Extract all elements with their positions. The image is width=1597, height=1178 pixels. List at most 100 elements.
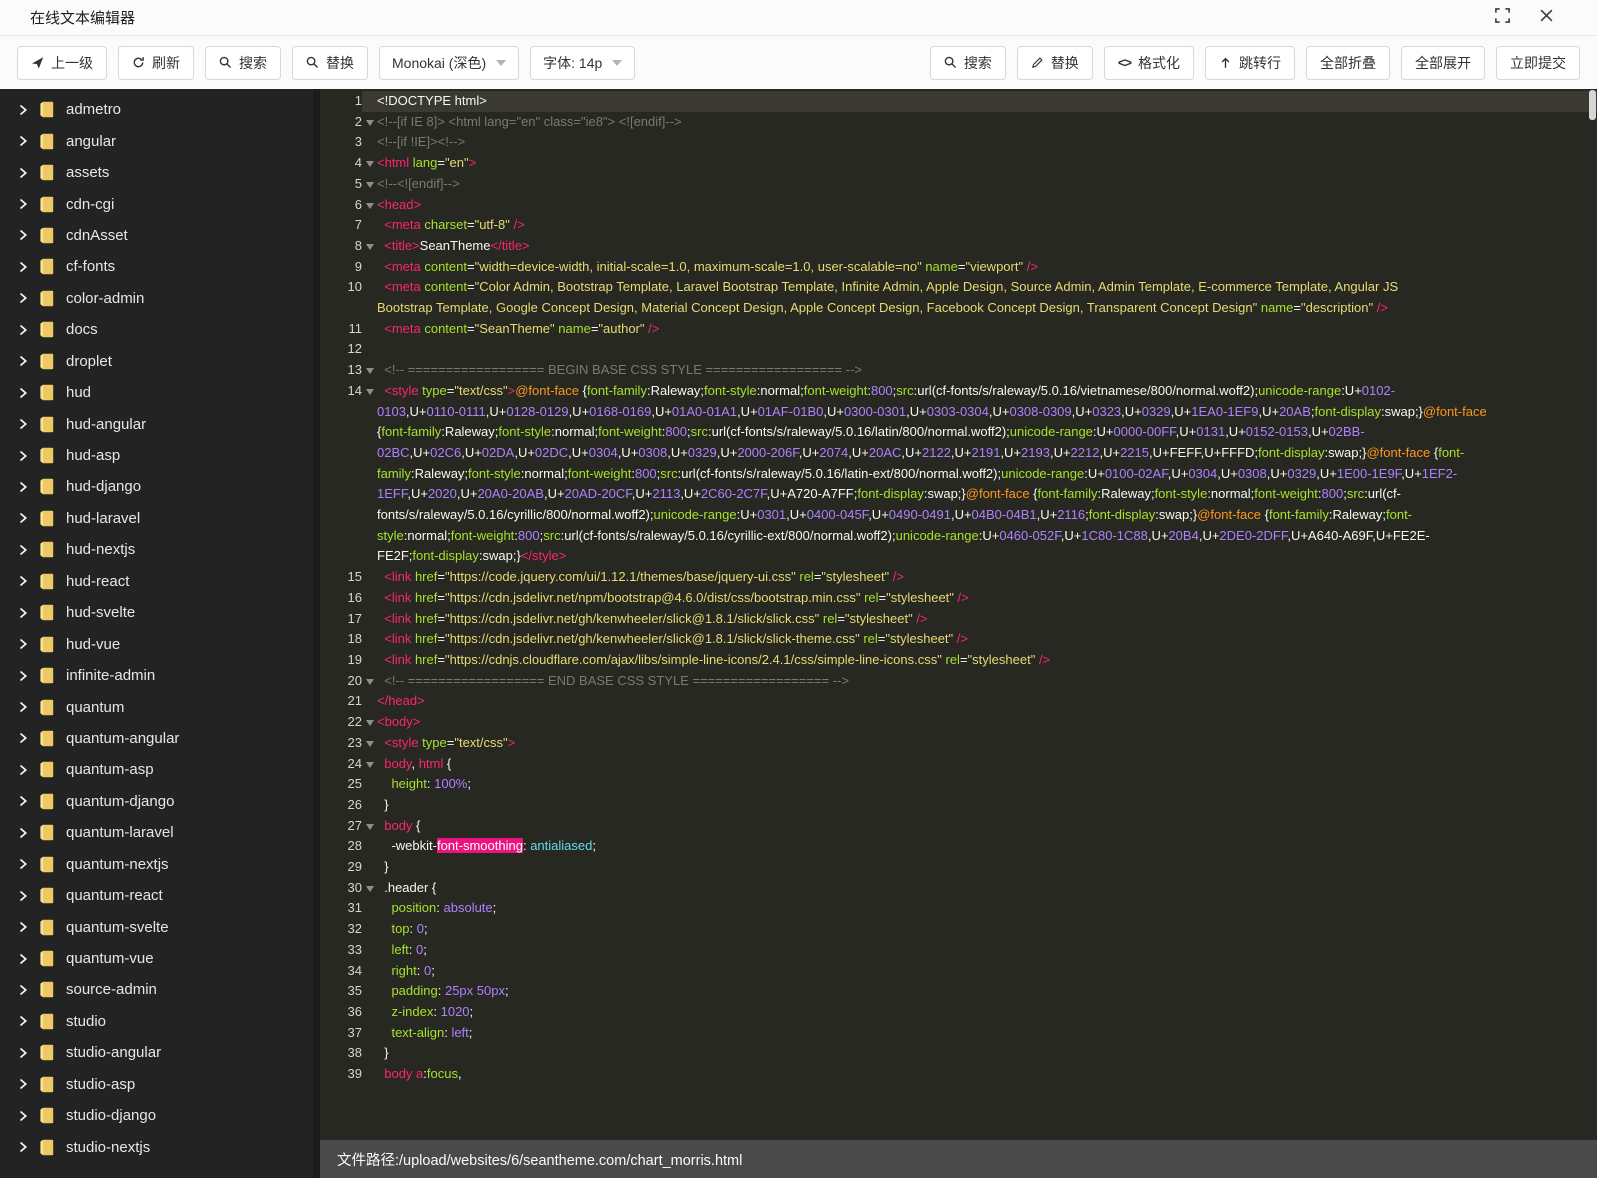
- code-text[interactable]: <link href="https://cdn.jsdelivr.net/gh/…: [377, 629, 1597, 650]
- fold-toggle[interactable]: [362, 153, 377, 174]
- sidebar-item-hud-django[interactable]: hud-django: [0, 471, 320, 502]
- sidebar-item-studio[interactable]: studio: [0, 1006, 320, 1037]
- fold-toggle[interactable]: [362, 360, 377, 381]
- code-text[interactable]: }: [377, 857, 1597, 878]
- sidebar-item-quantum[interactable]: quantum: [0, 691, 320, 722]
- expand-all-button[interactable]: 全部展开: [1401, 46, 1485, 80]
- code-text[interactable]: [377, 339, 1597, 360]
- code-text[interactable]: z-index: 1020;: [377, 1002, 1597, 1023]
- code-text[interactable]: <!--[if !IE]><!-->: [377, 132, 1597, 153]
- code-text[interactable]: <title>SeanTheme</title>: [377, 236, 1597, 257]
- editor-scrollbar-thumb[interactable]: [1589, 90, 1596, 120]
- code-text[interactable]: right: 0;: [377, 961, 1597, 982]
- search-code-button[interactable]: 搜索: [930, 46, 1006, 80]
- sidebar-item-studio-angular[interactable]: studio-angular: [0, 1037, 320, 1068]
- sidebar-item-source-admin[interactable]: source-admin: [0, 974, 320, 1005]
- code-text[interactable]: <!--[if IE 8]> <html lang="en" class="ie…: [377, 112, 1597, 133]
- code-text[interactable]: text-align: left;: [377, 1023, 1597, 1044]
- theme-select[interactable]: Monokai (深色): [379, 46, 519, 80]
- code-text[interactable]: 1EFF,U+2020,U+20A0-20AB,U+20AD-20CF,U+21…: [377, 484, 1597, 505]
- code-text[interactable]: 02BC,U+02C6,U+02DA,U+02DC,U+0304,U+0308,…: [377, 443, 1597, 464]
- code-text[interactable]: fonts/s/raleway/5.0.16/cyrillic/800/norm…: [377, 505, 1597, 526]
- fold-toggle[interactable]: [362, 816, 377, 837]
- up-level-button[interactable]: 上一级: [17, 46, 107, 80]
- replace-button[interactable]: 替换: [292, 46, 368, 80]
- code-text[interactable]: <meta charset="utf-8" />: [377, 215, 1597, 236]
- fullscreen-button[interactable]: [1493, 9, 1511, 27]
- sidebar-item-droplet[interactable]: droplet: [0, 346, 320, 377]
- code-text[interactable]: left: 0;: [377, 940, 1597, 961]
- sidebar-item-studio-asp[interactable]: studio-asp: [0, 1069, 320, 1100]
- code-text[interactable]: <style type="text/css">: [377, 733, 1597, 754]
- code-text[interactable]: -webkit-font-smoothing: antialiased;: [377, 836, 1597, 857]
- sidebar-scrollbar[interactable]: [313, 89, 320, 1178]
- code-text[interactable]: }: [377, 1043, 1597, 1064]
- code-text[interactable]: top: 0;: [377, 919, 1597, 940]
- sidebar-item-hud-svelte[interactable]: hud-svelte: [0, 597, 320, 628]
- code-text[interactable]: <link href="https://cdn.jsdelivr.net/npm…: [377, 588, 1597, 609]
- code-text[interactable]: <html lang="en">: [377, 153, 1597, 174]
- sidebar-item-quantum-asp[interactable]: quantum-asp: [0, 754, 320, 785]
- sidebar-item-hud[interactable]: hud: [0, 377, 320, 408]
- code-text[interactable]: {font-family:Raleway;font-style:normal;f…: [377, 422, 1597, 443]
- code-text[interactable]: <link href="https://cdn.jsdelivr.net/gh/…: [377, 609, 1597, 630]
- code-text[interactable]: <style type="text/css">@font-face {font-…: [377, 381, 1597, 402]
- sidebar-item-infinite-admin[interactable]: infinite-admin: [0, 660, 320, 691]
- code-text[interactable]: body {: [377, 816, 1597, 837]
- fold-toggle[interactable]: [362, 712, 377, 733]
- refresh-button[interactable]: 刷新: [118, 46, 194, 80]
- sidebar-item-quantum-vue[interactable]: quantum-vue: [0, 943, 320, 974]
- sidebar-item-quantum-django[interactable]: quantum-django: [0, 786, 320, 817]
- code-text[interactable]: padding: 25px 50px;: [377, 981, 1597, 1002]
- sidebar-item-color-admin[interactable]: color-admin: [0, 283, 320, 314]
- code-text[interactable]: style:normal;font-weight:800;src:url(cf-…: [377, 526, 1597, 547]
- code-text[interactable]: <body>: [377, 712, 1597, 733]
- fold-toggle[interactable]: [362, 381, 377, 402]
- close-button[interactable]: [1537, 9, 1555, 27]
- fold-toggle[interactable]: [362, 754, 377, 775]
- sidebar-item-admetro[interactable]: admetro: [0, 94, 320, 125]
- sidebar-item-hud-asp[interactable]: hud-asp: [0, 440, 320, 471]
- code-text[interactable]: }: [377, 795, 1597, 816]
- collapse-all-button[interactable]: 全部折叠: [1306, 46, 1390, 80]
- sidebar-item-assets[interactable]: assets: [0, 157, 320, 188]
- sidebar-item-studio-django[interactable]: studio-django: [0, 1100, 320, 1131]
- code-text[interactable]: <meta content="width=device-width, initi…: [377, 257, 1597, 278]
- code-text[interactable]: body a:focus,: [377, 1064, 1597, 1085]
- sidebar-item-quantum-angular[interactable]: quantum-angular: [0, 723, 320, 754]
- sidebar-item-quantum-react[interactable]: quantum-react: [0, 880, 320, 911]
- code-editor[interactable]: 1<!DOCTYPE html>2<!--[if IE 8]> <html la…: [320, 89, 1597, 1178]
- sidebar-item-hud-react[interactable]: hud-react: [0, 566, 320, 597]
- sidebar-item-angular[interactable]: angular: [0, 125, 320, 156]
- font-size-select[interactable]: 字体: 14p: [530, 46, 635, 80]
- code-text[interactable]: </head>: [377, 691, 1597, 712]
- fold-toggle[interactable]: [362, 671, 377, 692]
- code-text[interactable]: .header {: [377, 878, 1597, 899]
- submit-button[interactable]: 立即提交: [1496, 46, 1580, 80]
- code-text[interactable]: position: absolute;: [377, 898, 1597, 919]
- sidebar-item-studio-nextjs[interactable]: studio-nextjs: [0, 1131, 320, 1162]
- code-text[interactable]: <head>: [377, 195, 1597, 216]
- fold-toggle[interactable]: [362, 236, 377, 257]
- code-text[interactable]: family:Raleway;font-style:normal;font-we…: [377, 464, 1597, 485]
- format-button[interactable]: <>格式化: [1104, 46, 1194, 80]
- code-text[interactable]: <!-- ================== END BASE CSS STY…: [377, 671, 1597, 692]
- code-text[interactable]: FE2F;font-display:swap;}</style>: [377, 546, 1597, 567]
- code-text[interactable]: <link href="https://cdnjs.cloudflare.com…: [377, 650, 1597, 671]
- replace-code-button[interactable]: 替换: [1017, 46, 1093, 80]
- sidebar-item-quantum-laravel[interactable]: quantum-laravel: [0, 817, 320, 848]
- fold-toggle[interactable]: [362, 878, 377, 899]
- sidebar-item-hud-angular[interactable]: hud-angular: [0, 408, 320, 439]
- code-text[interactable]: <!DOCTYPE html>: [377, 91, 1597, 112]
- code-text[interactable]: <meta content="SeanTheme" name="author" …: [377, 319, 1597, 340]
- sidebar-item-cdn-cgi[interactable]: cdn-cgi: [0, 188, 320, 219]
- code-text[interactable]: <meta content="Color Admin, Bootstrap Te…: [377, 277, 1597, 298]
- sidebar-item-hud-laravel[interactable]: hud-laravel: [0, 503, 320, 534]
- search-button[interactable]: 搜索: [205, 46, 281, 80]
- sidebar-item-cf-fonts[interactable]: cf-fonts: [0, 251, 320, 282]
- code-text[interactable]: height: 100%;: [377, 774, 1597, 795]
- sidebar-item-docs[interactable]: docs: [0, 314, 320, 345]
- sidebar-item-quantum-nextjs[interactable]: quantum-nextjs: [0, 849, 320, 880]
- code-text[interactable]: body, html {: [377, 754, 1597, 775]
- sidebar-item-hud-nextjs[interactable]: hud-nextjs: [0, 534, 320, 565]
